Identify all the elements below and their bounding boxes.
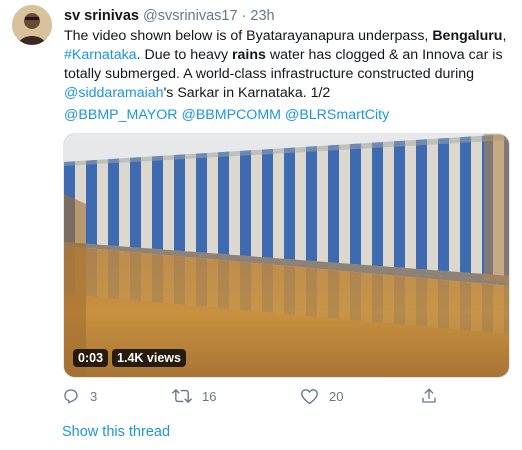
- header-separator: ·: [241, 8, 247, 24]
- heart-icon: [300, 388, 319, 405]
- video-badges: 0:03 1.4K views: [73, 349, 186, 367]
- mention-bbmp-mayor[interactable]: @BBMP_MAYOR: [64, 107, 177, 123]
- author-handle[interactable]: @svsrinivas17: [143, 8, 238, 24]
- hashtag-karnataka[interactable]: #Karnataka: [64, 47, 137, 63]
- retweet-button[interactable]: 16: [172, 385, 216, 407]
- mention-blrsmartcity[interactable]: @BLRSmartCity: [285, 107, 389, 123]
- mention-bbmpcomm[interactable]: @BBMPCOMM: [181, 107, 281, 123]
- tweet-text: The video shown below is of Byatarayanap…: [64, 27, 514, 103]
- show-thread-link[interactable]: Show this thread: [62, 424, 170, 440]
- text-segment: . Due to heavy: [136, 47, 233, 63]
- video-player[interactable]: 0:03 1.4K views: [63, 133, 510, 378]
- like-count: 20: [329, 388, 344, 404]
- text-bold-rains: rains: [232, 47, 266, 63]
- video-frame: [64, 134, 509, 377]
- share-button[interactable]: [420, 385, 438, 407]
- text-segment: The video shown below is of Byatarayanap…: [64, 28, 433, 44]
- mention-siddaramaiah[interactable]: @siddaramaiah: [64, 85, 164, 101]
- tweet-actions: 3 16 20: [62, 385, 462, 407]
- tweet-header: sv srinivas @svsrinivas17 · 23h: [64, 6, 275, 26]
- text-segment: ,: [502, 28, 507, 44]
- retweet-count: 16: [202, 388, 217, 404]
- text-bold-bengaluru: Bengaluru: [432, 28, 503, 44]
- tweet[interactable]: sv srinivas @svsrinivas17 · 23h The vide…: [0, 0, 522, 450]
- share-icon: [420, 387, 438, 405]
- like-button[interactable]: 20: [300, 385, 343, 407]
- reply-button[interactable]: 3: [62, 385, 97, 407]
- reply-icon: [62, 387, 80, 405]
- video-views: 1.4K views: [112, 349, 186, 367]
- avatar[interactable]: [12, 5, 52, 45]
- text-segment: 's Sarkar in Karnataka. 1/2: [163, 85, 331, 101]
- reply-count: 3: [90, 388, 98, 404]
- tweet-time[interactable]: 23h: [250, 8, 274, 24]
- video-duration: 0:03: [73, 349, 109, 367]
- mention-list: @BBMP_MAYOR @BBMPCOMM @BLRSmartCity: [64, 106, 389, 125]
- author-name[interactable]: sv srinivas: [64, 8, 139, 24]
- retweet-icon: [172, 387, 192, 405]
